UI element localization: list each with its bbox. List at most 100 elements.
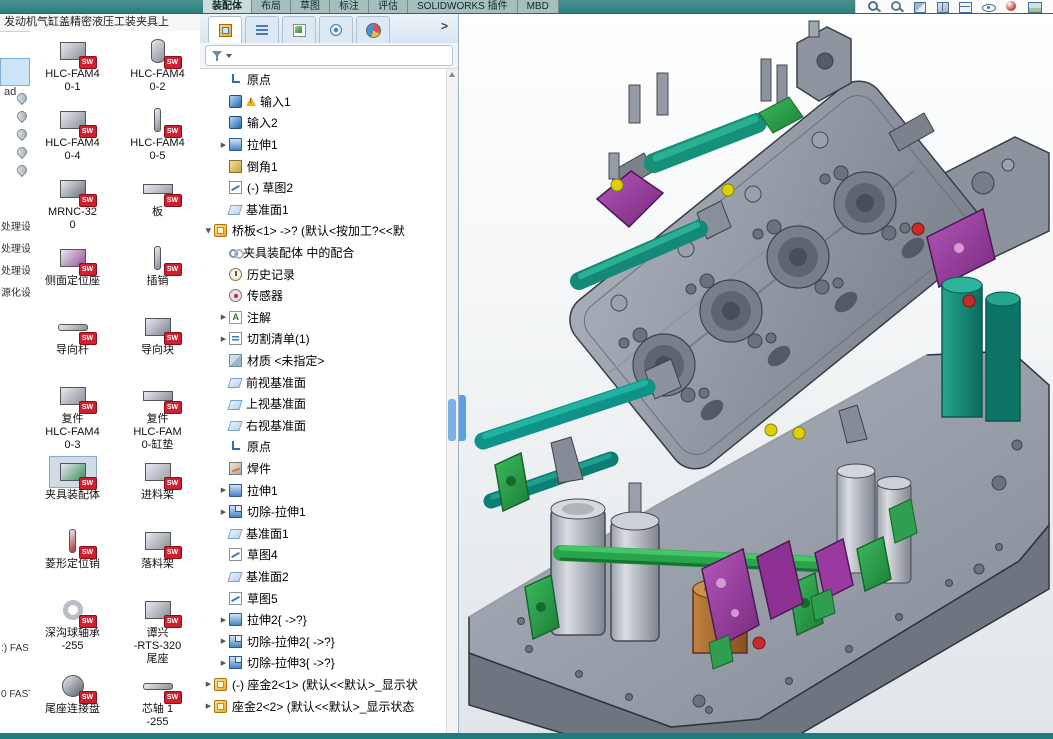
pushpin-icon[interactable]: [14, 90, 30, 106]
tree-item[interactable]: ▶ (-) 座金2<1> (默认<<默认>_显示状: [200, 674, 447, 696]
tree-item[interactable]: ▶ 桥板<1> ->? (默认<按加工?<<默: [200, 220, 447, 242]
expand-arrow-icon[interactable]: ▶: [218, 313, 229, 321]
ribbon-tab-4[interactable]: 标注: [330, 0, 369, 13]
selected-cell[interactable]: [0, 58, 30, 86]
ribbon-tab-2[interactable]: 布局: [252, 0, 291, 13]
zoom-fit-icon[interactable]: [889, 0, 905, 13]
pushpin-icon[interactable]: [14, 144, 30, 160]
3d-model[interactable]: [459, 13, 1053, 733]
tree-item[interactable]: ▶ 切割清单(1): [200, 328, 447, 350]
expand-arrow-icon[interactable]: ▶: [218, 486, 229, 494]
library-item[interactable]: SW 菱形定位销: [30, 521, 115, 590]
library-item[interactable]: SW 深沟球轴承 -255: [30, 590, 115, 666]
expand-arrow-icon[interactable]: ▶: [218, 508, 229, 516]
library-item[interactable]: SW MRNC-32 0: [30, 169, 115, 238]
tree-item[interactable]: 材质 <未指定>: [200, 350, 447, 372]
tree-item[interactable]: 输入2: [200, 112, 447, 134]
collapse-arrow-icon[interactable]: ▶: [205, 225, 213, 236]
tree-item[interactable]: 历史记录: [200, 263, 447, 285]
pushpin-icon[interactable]: [14, 162, 30, 178]
orientation-icon[interactable]: [935, 1, 951, 13]
library-item[interactable]: SW 导向杆: [30, 307, 115, 376]
library-item[interactable]: SW 谭兴 -RTS-320 尾座: [115, 590, 200, 666]
library-item[interactable]: SW 插销: [115, 238, 200, 307]
tree-item[interactable]: 输入1: [200, 91, 447, 113]
tree-scrollbar[interactable]: [446, 69, 458, 733]
expand-arrow-icon[interactable]: ▶: [218, 335, 229, 343]
library-item[interactable]: SW 导向块: [115, 307, 200, 376]
library-item[interactable]: SW HLC-FAM4 0-1: [30, 31, 115, 100]
pushpin-icon[interactable]: [14, 126, 30, 142]
clipped-text: 处理设: [1, 244, 30, 255]
library-item[interactable]: SW 复件 HLC-FAM4 0-3: [30, 376, 115, 452]
expand-arrow-icon[interactable]: ▶: [218, 141, 229, 149]
graphics-viewport[interactable]: [458, 13, 1053, 733]
library-item[interactable]: SW 尾座连接盘: [30, 666, 115, 733]
ribbon-tab-7[interactable]: MBD: [518, 0, 559, 13]
dropdown-caret-icon[interactable]: [226, 53, 232, 58]
tree-item[interactable]: 右视基准面: [200, 415, 447, 437]
hide-icon[interactable]: [981, 1, 997, 13]
expand-panel-chevron[interactable]: >: [441, 19, 448, 33]
configmanager-tab[interactable]: [282, 16, 316, 43]
library-item[interactable]: SW 侧面定位座: [30, 238, 115, 307]
library-item[interactable]: SW 复件 HLC-FAM 0-缸垫: [115, 376, 200, 452]
expand-arrow-icon[interactable]: ▶: [218, 637, 229, 645]
scroll-up-arrow-icon[interactable]: [449, 72, 455, 77]
tree-item[interactable]: ▶ 拉伸1: [200, 134, 447, 156]
tree-item[interactable]: (-) 草图2: [200, 177, 447, 199]
tree-item[interactable]: 基准面1: [200, 522, 447, 544]
tree-item[interactable]: 焊件: [200, 458, 447, 480]
expand-arrow-icon[interactable]: ▶: [203, 680, 214, 688]
library-item[interactable]: SW 芯轴 1 -255: [115, 666, 200, 733]
solidworks-badge-icon: SW: [163, 615, 182, 628]
expand-arrow-icon[interactable]: ▶: [218, 616, 229, 624]
tree-item[interactable]: ▶ 注解: [200, 307, 447, 329]
tree-item[interactable]: 前视基准面: [200, 371, 447, 393]
displaymanager-tab[interactable]: [356, 16, 390, 43]
tree-item[interactable]: ▶ 座金2<2> (默认<<默认>_显示状态: [200, 695, 447, 717]
tree-item[interactable]: ▶ 切除-拉伸2{ ->?}: [200, 630, 447, 652]
library-item[interactable]: SW 落料架: [115, 521, 200, 590]
expand-arrow-icon[interactable]: ▶: [203, 702, 214, 710]
panel-splitter-handle[interactable]: [459, 395, 466, 441]
library-item[interactable]: SW 夹具装配体: [30, 452, 115, 521]
tree-item[interactable]: 夹具装配体 中的配合: [200, 242, 447, 264]
pushpin-icon[interactable]: [14, 108, 30, 124]
tree-item[interactable]: 草图5: [200, 587, 447, 609]
ribbon-tab-5[interactable]: 评估: [369, 0, 408, 13]
tree-item[interactable]: 上视基准面: [200, 393, 447, 415]
library-item[interactable]: SW HLC-FAM4 0-4: [30, 100, 115, 169]
ribbon-tab-1[interactable]: 装配体: [203, 0, 252, 13]
tree-item[interactable]: ▶ 拉伸1: [200, 479, 447, 501]
zoom-area-icon[interactable]: [866, 0, 882, 13]
ribbon-tab-3[interactable]: 草图: [291, 0, 330, 13]
expand-arrow-icon[interactable]: ▶: [218, 659, 229, 667]
tree-item[interactable]: 基准面1: [200, 199, 447, 221]
scrollbar-thumb[interactable]: [448, 399, 456, 441]
clipped-text: 源化设: [1, 288, 30, 299]
library-item[interactable]: SW HLC-FAM4 0-2: [115, 31, 200, 100]
section-icon[interactable]: [912, 1, 928, 13]
tree-item[interactable]: ▶ 切除-拉伸1: [200, 501, 447, 523]
tree-item[interactable]: 传感器: [200, 285, 447, 307]
dimxmanager-tab[interactable]: [319, 16, 353, 43]
tree-item[interactable]: ▶ 拉伸2{ ->?}: [200, 609, 447, 631]
propertymanager-tab[interactable]: [245, 16, 279, 43]
display-icon[interactable]: [958, 1, 974, 13]
scene-icon[interactable]: [1027, 1, 1043, 13]
filter-input[interactable]: [205, 45, 453, 66]
appearance-icon[interactable]: [1004, 0, 1020, 13]
tree-item[interactable]: 倒角1: [200, 155, 447, 177]
library-item[interactable]: SW 板: [115, 169, 200, 238]
library-item[interactable]: SW HLC-FAM4 0-5: [115, 100, 200, 169]
library-item[interactable]: SW 进料架: [115, 452, 200, 521]
tree-item[interactable]: 基准面2: [200, 566, 447, 588]
featuremanager-tab[interactable]: [208, 16, 242, 43]
tree-item[interactable]: ▶ 切除-拉伸3{ ->?}: [200, 652, 447, 674]
solidworks-badge-icon: SW: [78, 125, 97, 138]
tree-item[interactable]: 草图4: [200, 544, 447, 566]
tree-item[interactable]: 原点: [200, 436, 447, 458]
tree-item[interactable]: 原点: [200, 69, 447, 91]
ribbon-tab-6[interactable]: SOLIDWORKS 插件: [408, 0, 518, 13]
